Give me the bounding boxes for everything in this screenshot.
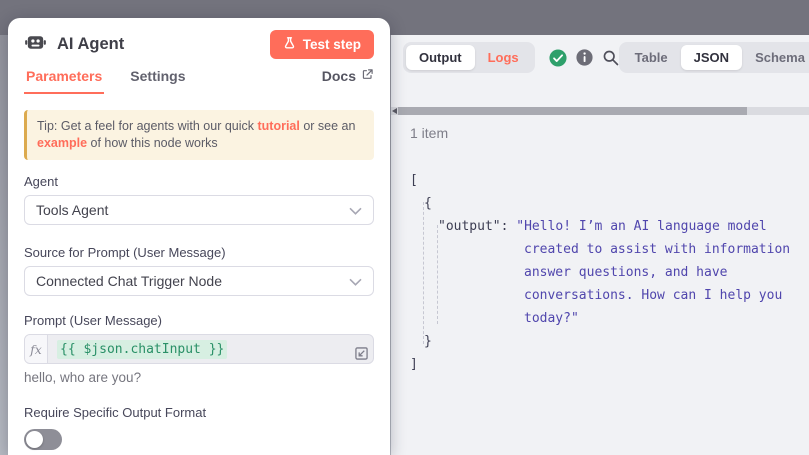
json-value: "Hello! I’m an AI language model: [516, 219, 766, 234]
json-punct: [: [410, 173, 418, 188]
items-count: 1 item: [410, 125, 809, 141]
info-icon[interactable]: [576, 49, 593, 66]
output-logs-tab-group: Output Logs: [403, 42, 535, 73]
json-line: {: [410, 192, 809, 215]
json-line: ]: [410, 353, 809, 376]
indent-guide: [437, 225, 438, 324]
output-format-label: Require Specific Output Format: [24, 405, 374, 420]
horizontal-scrollbar: [391, 107, 809, 115]
flask-icon: [283, 36, 296, 53]
fx-badge: fx: [25, 335, 48, 363]
output-panel: Output Logs Table JSON Schema 1 item [ {…: [391, 35, 809, 455]
expression-value[interactable]: {{ $json.chatInput }}: [48, 335, 236, 363]
json-line: answer questions, and have: [410, 261, 809, 284]
prompt-expression-field[interactable]: fx {{ $json.chatInput }}: [24, 334, 374, 364]
json-line: created to assist with information: [410, 238, 809, 261]
expression-text: {{ $json.chatInput }}: [57, 340, 227, 359]
json-value: created to assist with information: [524, 242, 790, 257]
test-step-button[interactable]: Test step: [270, 30, 374, 59]
json-line: [: [410, 169, 809, 192]
output-panel-header: Output Logs Table JSON Schema: [391, 35, 809, 80]
source-select-value: Connected Chat Trigger Node: [36, 273, 222, 289]
tab-schema[interactable]: Schema: [742, 45, 809, 70]
tip-text: Tip: Get a feel for agents with our quic…: [37, 119, 257, 133]
node-settings-panel: AI Agent Test step Parameters Settings D…: [8, 18, 390, 455]
tab-logs[interactable]: Logs: [475, 45, 532, 70]
source-select[interactable]: Connected Chat Trigger Node: [24, 266, 374, 296]
prompt-field-label: Prompt (User Message): [24, 313, 374, 328]
agent-select[interactable]: Tools Agent: [24, 195, 374, 225]
json-punct: {: [424, 196, 432, 211]
output-format-toggle[interactable]: [24, 429, 62, 450]
chevron-down-icon: [349, 202, 362, 218]
scrollbar-thumb[interactable]: [398, 107, 747, 115]
tip-callout: Tip: Get a feel for agents with our quic…: [24, 110, 374, 160]
tab-parameters[interactable]: Parameters: [24, 68, 104, 94]
json-line: }: [410, 330, 809, 353]
tip-text: or see an: [300, 119, 356, 133]
toggle-knob: [26, 431, 43, 448]
tutorial-link[interactable]: tutorial: [257, 119, 299, 133]
json-punct: ]: [410, 357, 418, 372]
json-value: answer questions, and have: [524, 265, 728, 280]
external-link-icon: [361, 68, 374, 84]
tip-text: of how this node works: [87, 136, 218, 150]
robot-icon: [24, 30, 47, 58]
display-mode-tab-group: Table JSON Schema: [619, 42, 809, 73]
tab-output[interactable]: Output: [406, 45, 475, 70]
settings-tabs: Parameters Settings Docs: [24, 66, 374, 94]
node-header: AI Agent Test step: [24, 18, 374, 58]
node-title: AI Agent: [57, 35, 124, 54]
expression-preview: hello, who are you?: [24, 370, 374, 385]
example-link[interactable]: example: [37, 136, 87, 150]
test-step-label: Test step: [303, 37, 361, 52]
docs-link[interactable]: Docs: [322, 68, 374, 94]
scrollbar-left-arrow[interactable]: [392, 108, 397, 114]
json-line: today?": [410, 307, 809, 330]
docs-label: Docs: [322, 68, 356, 84]
tab-json[interactable]: JSON: [681, 45, 742, 70]
indent-guide: [423, 202, 424, 344]
json-line: "output": "Hello! I’m an AI language mod…: [410, 215, 809, 238]
json-value: today?": [524, 311, 579, 326]
output-content: 1 item [ { "output": "Hello! I’m an AI l…: [391, 115, 809, 455]
success-check-icon: [549, 49, 567, 67]
source-field-label: Source for Prompt (User Message): [24, 245, 374, 260]
tab-settings[interactable]: Settings: [130, 68, 185, 94]
json-output: [ { "output": "Hello! I’m an AI language…: [410, 169, 809, 376]
json-line: conversations. How can I help you: [410, 284, 809, 307]
chevron-down-icon: [349, 273, 362, 289]
agent-select-value: Tools Agent: [36, 202, 108, 218]
tab-table[interactable]: Table: [622, 45, 681, 70]
expand-expression-icon[interactable]: [354, 346, 369, 361]
json-key: "output":: [438, 219, 516, 234]
json-value: conversations. How can I help you: [524, 288, 782, 303]
json-punct: }: [424, 334, 432, 349]
agent-field-label: Agent: [24, 174, 374, 189]
search-icon[interactable]: [602, 49, 619, 66]
